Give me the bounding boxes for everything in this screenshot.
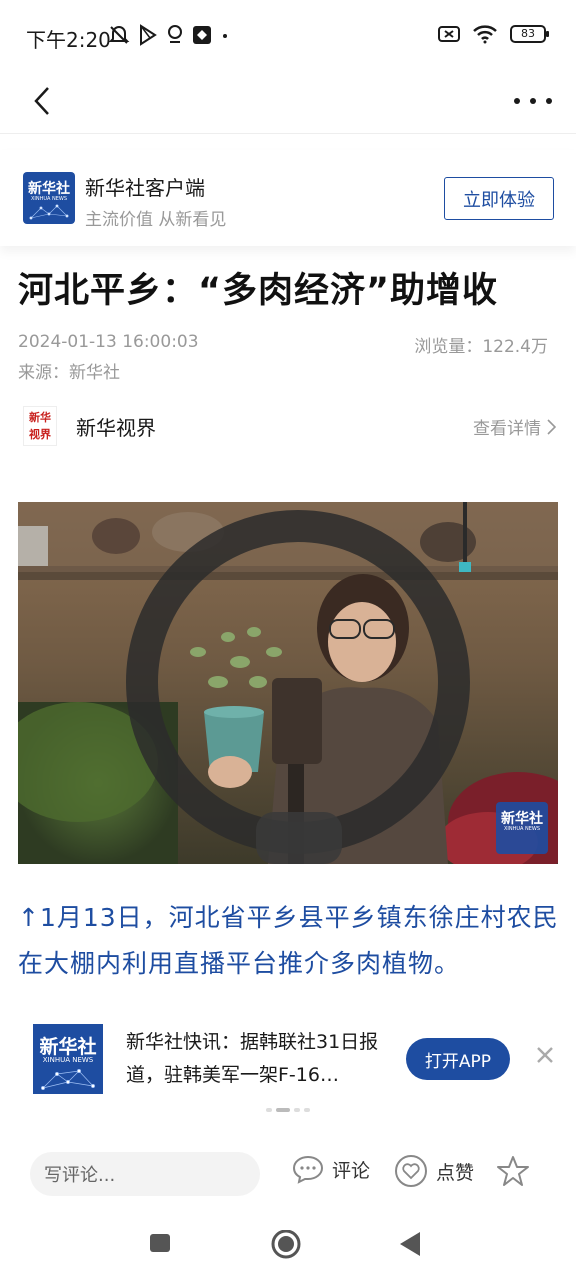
channel-logo: 新华 视界 (23, 406, 57, 446)
pager-dot (294, 1108, 300, 1112)
view-details-link[interactable]: 查看详情 (473, 414, 556, 439)
back-triangle-icon[interactable] (398, 1230, 424, 1258)
channel-name: 新华视界 (76, 416, 156, 440)
photo-caption: ↑1月13日，河北省平乡县平乡镇东徐庄村农民在大棚内利用直播平台推介多肉植物。 (18, 903, 559, 978)
chevron-right-icon (547, 418, 556, 435)
heart-icon (395, 1155, 427, 1187)
bottom-action-bar: 写评论... 评论 点赞 (0, 1146, 576, 1206)
news-flash-card[interactable]: 新华社 XINHUA NEWS 新华社快讯：据韩联社31日报道，驻韩美军一架F-… (0, 1018, 576, 1108)
dot-icon (530, 98, 536, 104)
comment-button[interactable]: 评论 (292, 1154, 370, 1184)
article-views: 浏览量：122.4万 (414, 337, 548, 357)
status-time: 下午2:20 (26, 28, 111, 52)
xinhua-news-logo: 新华社 XINHUA NEWS (33, 1024, 103, 1094)
recent-apps-icon[interactable] (148, 1230, 172, 1254)
top-nav-bar (0, 70, 576, 134)
location-icon (168, 25, 182, 43)
article-photo[interactable]: 新华社 XINHUA NEWS (18, 502, 558, 864)
carousel-pager (0, 1108, 576, 1118)
app-name: 新华社客户端 (85, 176, 205, 200)
like-label: 点赞 (436, 1161, 475, 1184)
dot-icon (546, 98, 552, 104)
app-notification-icon (193, 26, 211, 44)
comment-bubble-icon (292, 1155, 324, 1184)
more-options-button[interactable] (508, 84, 558, 118)
more-notifications-dot-icon (223, 34, 227, 38)
app-slogan: 主流价值 从新看见 (85, 210, 227, 230)
news-flash-text[interactable]: 新华社快讯：据韩联社31日报道，驻韩美军一架F-16… (126, 1026, 392, 1092)
article-title: 河北平乡：“多肉经济”助增收 (18, 271, 499, 311)
home-icon[interactable] (270, 1230, 302, 1262)
pager-dot (266, 1108, 272, 1112)
try-now-button[interactable]: 立即体验 (444, 177, 554, 220)
dot-icon (514, 98, 520, 104)
article-date: 2024-01-13 16:00:03 (18, 332, 199, 352)
status-notification-icons (108, 24, 230, 46)
status-system-icons: 83 (438, 24, 549, 44)
pager-dot-active (276, 1108, 290, 1112)
xinhua-watermark-logo: 新华社 XINHUA NEWS (496, 802, 548, 854)
open-app-button[interactable]: 打开APP (406, 1038, 510, 1080)
mute-bell-icon (108, 26, 130, 44)
play-store-icon (140, 24, 157, 46)
app-promo-banner: 新华社 XINHUA NEWS 新华社客户端 主流价值 从新看见 立即体验 (0, 150, 576, 246)
comment-input[interactable]: 写评论... (30, 1152, 260, 1196)
battery-indicator: 83 (510, 25, 549, 43)
like-button[interactable]: 点赞 (394, 1154, 474, 1188)
status-bar: 下午2:20 83 (0, 0, 576, 70)
back-button[interactable] (22, 78, 62, 124)
close-icon[interactable] (534, 1044, 556, 1066)
favorite-button[interactable] (496, 1154, 530, 1188)
sim-off-icon (438, 26, 460, 42)
article-source: 来源：新华社 (18, 363, 120, 383)
chevron-left-icon (34, 87, 49, 115)
wifi-icon (473, 25, 497, 44)
photo-illustration (18, 502, 558, 864)
comment-label: 评论 (332, 1159, 371, 1182)
xinhua-app-logo: 新华社 XINHUA NEWS (23, 172, 75, 224)
system-navigation-bar (0, 1216, 576, 1280)
pager-dot (304, 1108, 310, 1112)
view-details-label: 查看详情 (473, 419, 541, 439)
channel-row[interactable]: 新华 视界 新华视界 查看详情 (0, 400, 576, 450)
star-icon (497, 1156, 529, 1186)
